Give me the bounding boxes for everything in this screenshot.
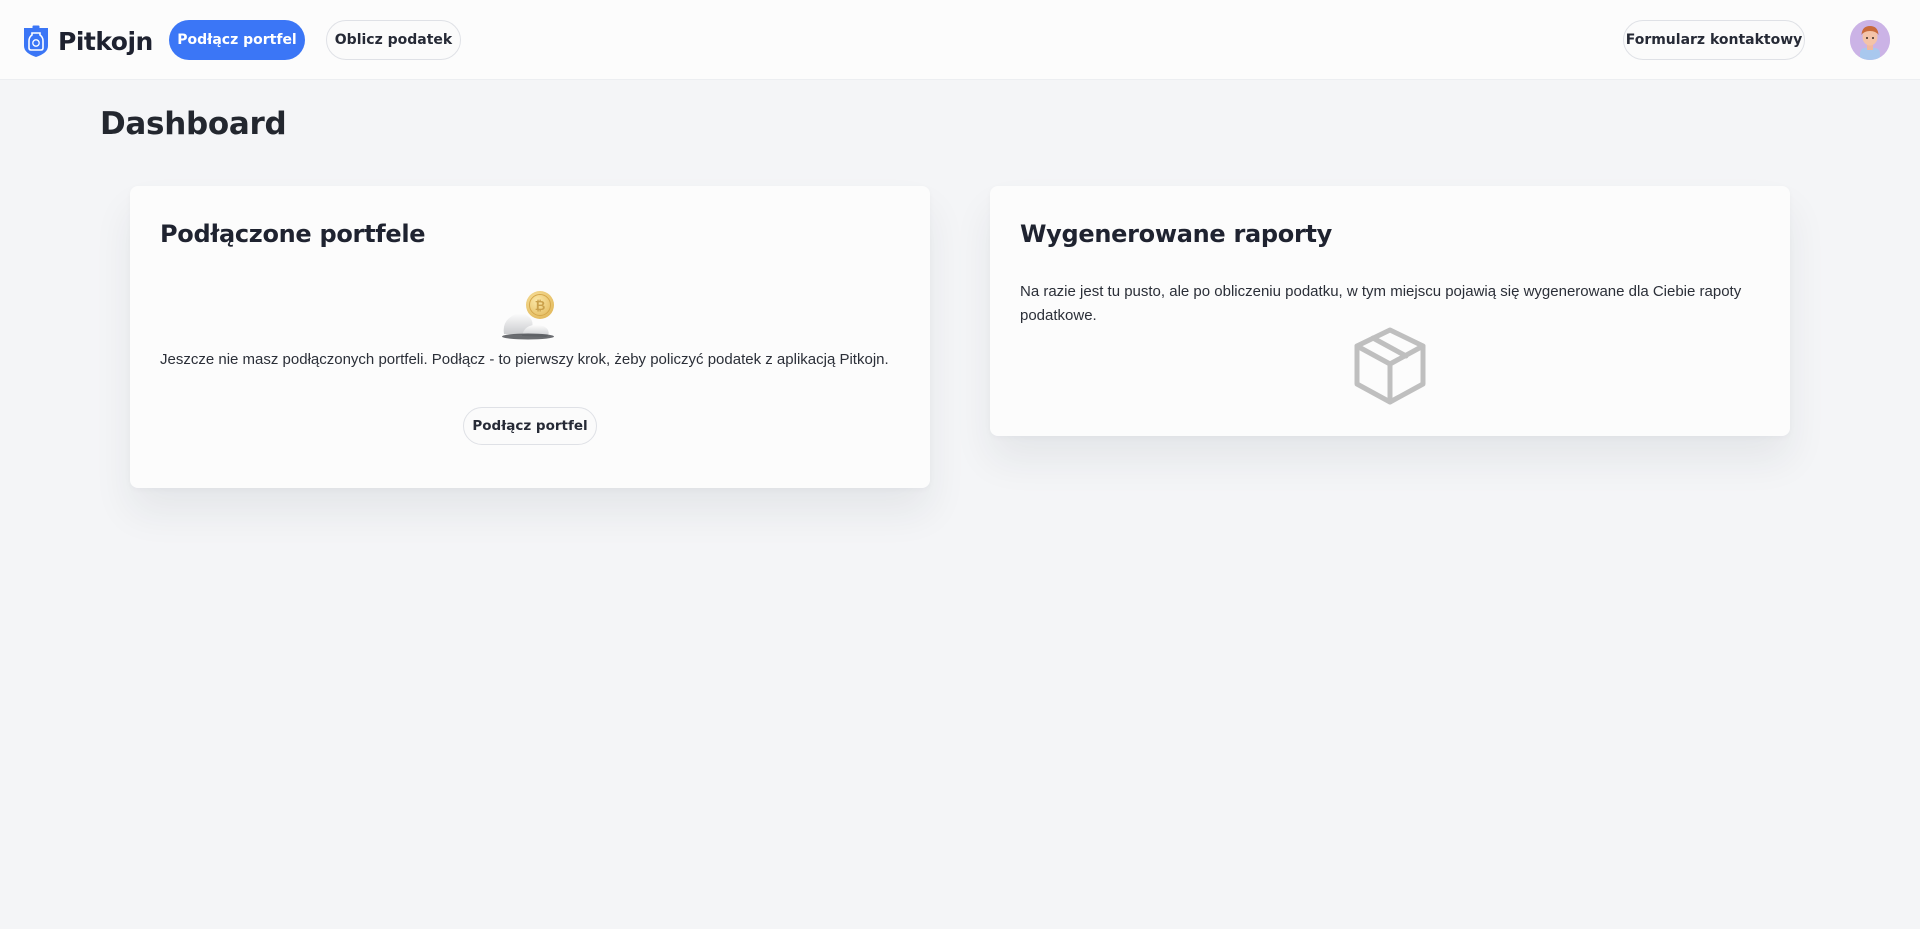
svg-text:₿: ₿ [535,299,546,314]
reports-card-title: Wygenerowane raporty [1020,220,1333,248]
brand-name: Pitkojn [58,26,153,56]
page-title: Dashboard [100,106,287,142]
connect-wallet-card-button[interactable]: Podłącz portfel [463,407,597,445]
contact-form-button[interactable]: Formularz kontaktowy [1623,20,1805,60]
wallets-empty-text: Jeszcze nie masz podłączonych portfeli. … [160,351,889,368]
empty-box-icon [1354,327,1426,405]
connected-wallets-card: Podłączone portfele ₿ Jeszcze nie masz p… [130,186,930,488]
top-navbar: Pitkojn Podłącz portfel Oblicz podatek F… [0,0,1920,80]
generated-reports-card: Wygenerowane raporty Na razie jest tu pu… [990,186,1790,436]
user-avatar[interactable] [1850,20,1890,60]
wallets-card-title: Podłączone portfele [160,220,426,248]
shield-bottle-icon [24,25,48,57]
avatar-icon [1850,20,1890,60]
calculate-tax-button[interactable]: Oblicz podatek [326,20,461,60]
connect-wallet-button[interactable]: Podłącz portfel [169,20,305,60]
brand-logo[interactable]: Pitkojn [22,24,153,58]
reports-empty-text: Na razie jest tu pusto, ale po obliczeni… [1020,283,1742,324]
coin-rocks-illustration: ₿ [502,291,554,340]
